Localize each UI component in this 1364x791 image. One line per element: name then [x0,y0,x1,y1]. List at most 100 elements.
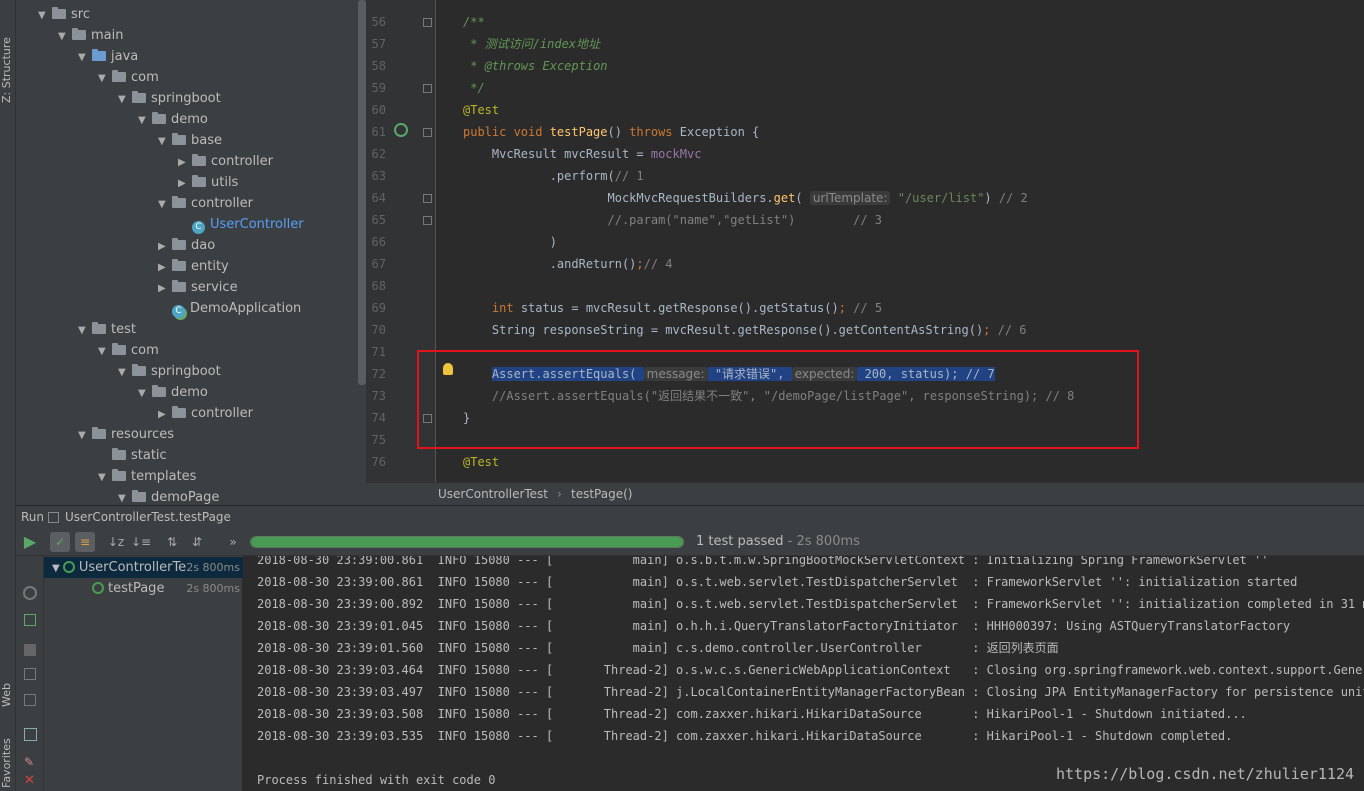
code-token: () [607,125,630,139]
chevron-right-icon[interactable]: ▶ [158,278,172,299]
chevron-down-icon[interactable]: ▼ [78,320,92,341]
pin-icon[interactable]: ✎ [24,756,36,768]
chevron-right-icon[interactable]: ▶ [178,152,192,173]
code-token: testPage [549,125,608,139]
tree-item[interactable]: ▼ demoPage [118,487,219,505]
tree-item-label: entity [191,259,229,274]
run-config-name[interactable]: UserControllerTest.testPage [65,506,231,529]
tree-item[interactable]: ▶ utils [178,172,238,193]
fold-marker-icon[interactable] [423,216,432,225]
line-number: 65 [371,213,386,227]
test-result-item[interactable]: ▼ UserControllerTe 2s 800ms [44,557,243,578]
favorites-tab[interactable]: Favorites [0,735,16,791]
tree-item[interactable]: ▼ templates [98,466,196,487]
stop-icon[interactable] [24,644,36,656]
exit-icon[interactable] [24,694,36,706]
tree-item[interactable]: ▼ demo [138,109,208,130]
structure-tab[interactable]: Z: Structure [0,30,16,110]
chevron-right-icon[interactable]: ▶ [178,173,192,194]
tree-item[interactable]: ▼ resources [78,424,174,445]
fold-marker-icon[interactable] [423,18,432,27]
breadcrumb-method[interactable]: testPage() [571,483,632,505]
tree-item[interactable]: ▼ src [38,4,90,25]
dump-threads-icon[interactable] [24,668,36,680]
tree-item[interactable]: C DemoApplication [158,298,301,319]
chevron-down-icon[interactable]: ▼ [118,362,132,383]
tree-item[interactable]: ▶ controller [178,151,273,172]
code-token: ; [838,301,854,315]
code-line: //.param("name","getList") // 3 [463,209,882,231]
tree-item[interactable]: ▼ com [98,67,159,88]
chevron-down-icon[interactable]: ▼ [78,47,92,68]
run-side-toolbar: ✎ ✕ [16,556,44,791]
tree-item[interactable]: ▶ entity [158,256,229,277]
tree-item[interactable]: ▶ service [158,277,238,298]
run-test-gutter-icon[interactable] [394,123,408,137]
collapse-all-icon[interactable]: ⇵ [187,532,207,552]
line-number: 73 [371,389,386,403]
fold-marker-icon[interactable] [423,128,432,137]
chevron-down-icon[interactable]: ▼ [138,110,152,131]
folder-icon [172,259,186,271]
line-number: 67 [371,257,386,271]
chevron-down-icon[interactable]: ▼ [158,194,172,215]
chevron-down-icon[interactable]: ▼ [98,68,112,89]
chevron-down-icon[interactable]: ▼ [52,563,63,574]
code-token: //.param("name","getList") // 3 [463,213,883,227]
more-actions-icon[interactable]: » [223,532,243,552]
run-console[interactable]: 2018-08-30 23:39:00.861 INFO 15080 --- [… [243,556,1364,791]
chevron-right-icon[interactable]: ▶ [158,236,172,257]
code-editor[interactable]: 56 57 58 59 60 61 62 63 64 65 66 67 68 69 70 71 72 73 74 75… [366,0,1364,482]
chevron-down-icon[interactable]: ▼ [158,131,172,152]
tree-item[interactable]: ▼ controller [158,193,253,214]
folder-icon [172,280,186,292]
tree-item[interactable]: ▼ demo [138,382,208,403]
spring-app-class-icon: C [172,305,185,318]
show-ignored-icon[interactable]: ≡ [75,532,95,552]
show-passed-icon[interactable]: ✓ [50,532,70,552]
tree-item[interactable]: ▼ base [158,130,222,151]
fold-marker-icon[interactable] [423,84,432,93]
chevron-down-icon[interactable]: ▼ [118,488,132,505]
chevron-down-icon[interactable]: ▼ [118,89,132,110]
chevron-down-icon[interactable]: ▼ [98,341,112,362]
tree-item[interactable]: ▼ springboot [118,88,221,109]
code-line: @Test [463,99,499,121]
chevron-down-icon[interactable]: ▼ [38,5,52,26]
breadcrumb-class[interactable]: UserControllerTest [438,483,548,505]
web-tab[interactable]: Web [0,675,16,715]
expand-all-icon[interactable]: ⇅ [162,532,182,552]
tree-item[interactable]: ▼ com [98,340,159,361]
fold-marker-icon[interactable] [423,194,432,203]
chevron-down-icon[interactable]: ▼ [78,425,92,446]
tree-item[interactable]: ▼ java [78,46,138,67]
code-line: MockMvcRequestBuilders.get( urlTemplate:… [463,187,1028,209]
code-token: // 2 [998,191,1028,205]
layout-icon[interactable] [24,728,37,741]
sort-alpha-icon[interactable]: ↓z [106,532,126,552]
code-line: * @throws Exception [463,55,607,77]
project-scrollbar[interactable] [358,0,366,385]
tree-item[interactable]: ▶ dao [158,235,215,256]
play-icon[interactable]: ▶ [20,532,40,552]
close-icon[interactable]: ✕ [24,774,36,787]
tree-item[interactable]: ▼ test [78,319,136,340]
rerun-icon[interactable] [23,586,37,600]
tree-item[interactable]: C UserController [178,214,304,235]
chevron-right-icon[interactable]: ▶ [158,257,172,278]
test-result-item[interactable]: testPage 2s 800ms [44,578,243,599]
tree-item[interactable]: static [98,445,167,466]
chevron-right-icon[interactable]: ▶ [158,404,172,425]
folder-icon [112,469,126,481]
folder-icon [112,70,126,82]
chevron-down-icon[interactable]: ▼ [138,383,152,404]
sort-duration-icon[interactable]: ↓≡ [131,532,151,552]
chevron-down-icon[interactable]: ▼ [98,467,112,488]
chevron-down-icon[interactable]: ▼ [58,26,72,47]
code-line: .andReturn();// 4 [463,253,673,275]
code-line: MvcResult mvcResult = mockMvc [463,143,702,165]
tree-item[interactable]: ▶ controller [158,403,253,424]
tree-item[interactable]: ▼ springboot [118,361,221,382]
tree-item[interactable]: ▼ main [58,25,123,46]
